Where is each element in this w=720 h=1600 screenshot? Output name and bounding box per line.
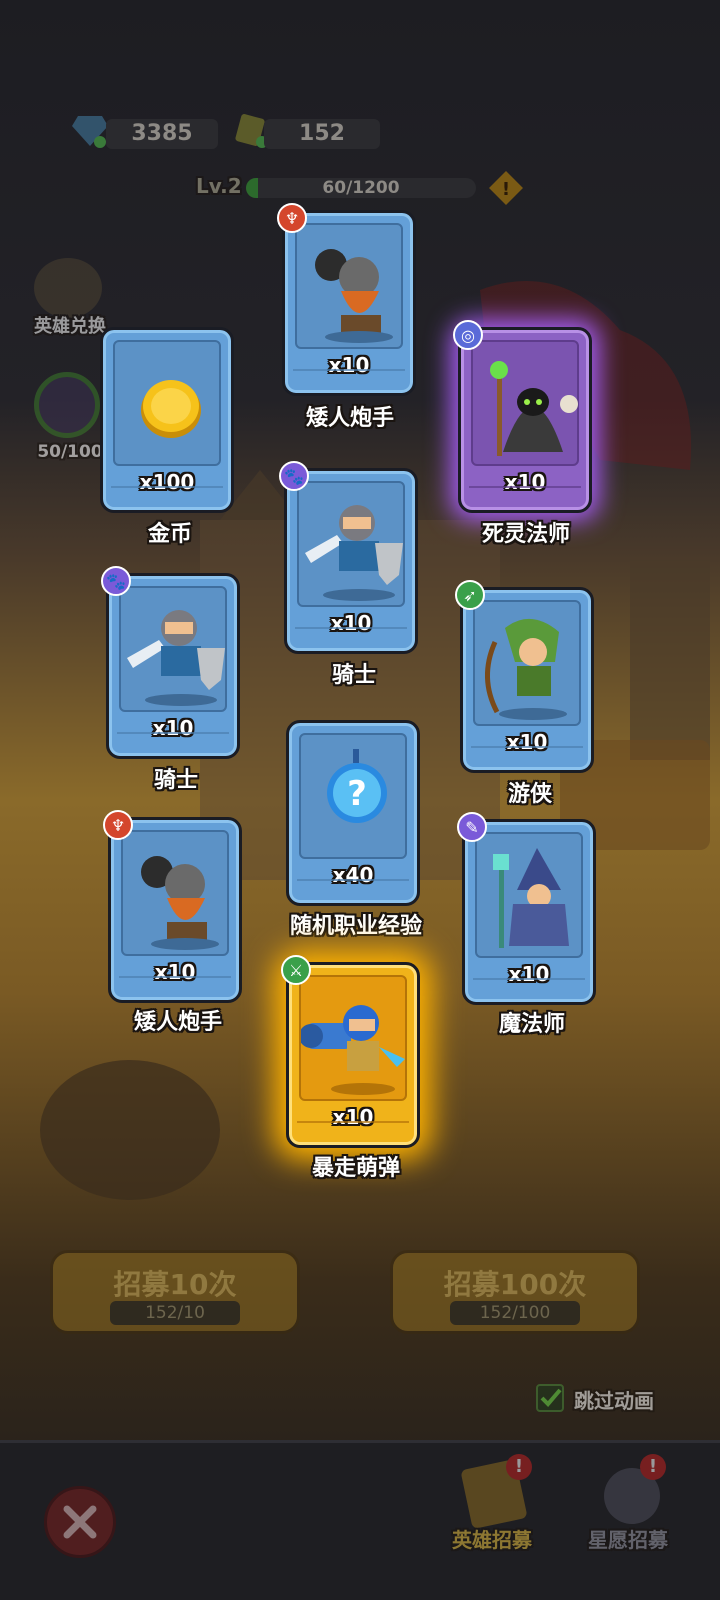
recruit-100-button[interactable]: 招募100次 152/100 [390,1250,640,1334]
card-name: 骑士 [153,768,198,793]
card-footer [297,879,409,893]
gold-coin-icon [141,380,201,438]
exp-potion-portrait: ? [299,733,407,859]
question-bubble-icon: ? [327,749,387,823]
card-footer [469,486,581,500]
nav-star-recruit-label: 星愿招募 [588,1528,668,1552]
recruit-10-button[interactable]: 招募10次 152/10 [50,1250,300,1334]
level-label: Lv.2 [196,174,242,198]
card-name: 矮人炮手 [133,1010,222,1035]
alert-icon[interactable]: ! [488,170,524,206]
card-footer [117,732,229,746]
card-footer [473,978,585,992]
svg-text:?: ? [347,774,367,814]
dwarf-gunner-portrait [121,830,229,956]
nav-hero-recruit[interactable]: ! 英雄招募 [448,1454,548,1574]
skip-animation-label[interactable]: 跳过动画 [574,1385,654,1414]
reward-card-dwarf-gunner-2[interactable]: x10 ♆ [103,810,242,1003]
reward-card-knight-2[interactable]: x10 🐾 [101,566,240,759]
notification-badge: ! [640,1454,666,1480]
nav-star-recruit[interactable]: ! 星愿招募 [584,1454,684,1574]
card-footer [471,746,583,760]
dwarf-gunner-portrait [295,223,403,349]
ticket-counter: 152 [264,119,380,149]
gem-counter: 3385 [106,119,218,149]
necromancer-portrait [471,340,579,466]
gold-coin-portrait [113,340,221,466]
card-name: 游侠 [507,782,552,807]
gem-icon [70,114,110,148]
card-footer [297,1121,409,1135]
crossbow-class-icon: ⚔ [281,955,311,985]
reward-card-ranger[interactable]: x10 ➶ [455,580,594,773]
reward-card-gold[interactable]: x100 [100,327,234,513]
svg-text:!: ! [502,179,510,200]
recruit-100-cost: 152/100 [450,1301,580,1325]
knight-portrait [119,586,227,712]
notification-badge: ! [506,1454,532,1480]
reward-card-dwarf-gunner-1[interactable]: x10 ♆ [277,203,416,396]
paw-class-icon: 🐾 [279,461,309,491]
reward-card-necromancer[interactable]: x10 ◎ [453,320,592,513]
star-progress-button[interactable]: 50/100 [28,372,108,468]
hero-exchange-button[interactable]: 英雄兑换 [28,258,108,338]
card-footer [295,627,407,641]
skip-animation-checkbox[interactable] [536,1384,564,1412]
card-footer [293,369,405,383]
card-name: 骑士 [331,663,376,688]
card-footer [111,486,223,500]
card-name: 随机职业经验 [289,914,422,939]
recruit-10-label: 招募10次 [113,1268,237,1301]
ranger-portrait [473,600,581,726]
card-name: 魔法师 [498,1012,565,1037]
spiral-class-icon: ◎ [453,320,483,350]
star-icon [34,372,100,438]
helmet-icon [34,258,102,318]
bow-class-icon: ➶ [455,580,485,610]
reward-card-knight-1[interactable]: x10 🐾 [279,461,418,654]
wizard-portrait [475,832,583,958]
close-icon [63,1505,97,1539]
recruit-100-label: 招募100次 [443,1268,587,1301]
close-button[interactable] [44,1486,116,1558]
reward-card-wizard[interactable]: x10 ✎ [457,812,596,1005]
wand-class-icon: ✎ [457,812,487,842]
artillery-class-icon: ♆ [103,810,133,840]
card-name: 矮人炮手 [305,406,394,431]
nav-hero-recruit-label: 英雄招募 [452,1528,532,1552]
card-name: 暴走萌弹 [311,1156,400,1181]
card-name: 死灵法师 [481,522,570,547]
recruit-10-cost: 152/10 [110,1301,240,1325]
reward-card-rampage-bomber[interactable]: x10 ⚔ [281,955,420,1148]
paw-class-icon: 🐾 [101,566,131,596]
card-footer [119,976,231,990]
reward-card-random-exp[interactable]: ? x40 [286,720,420,906]
knight-portrait [297,481,405,607]
checkmark-icon [540,1388,562,1407]
level-progress-bar: 60/1200 [246,178,476,198]
rampage-bomber-portrait [299,975,407,1101]
artillery-class-icon: ♆ [277,203,307,233]
card-name: 金币 [147,522,192,547]
level-progress-text: 60/1200 [322,178,400,198]
